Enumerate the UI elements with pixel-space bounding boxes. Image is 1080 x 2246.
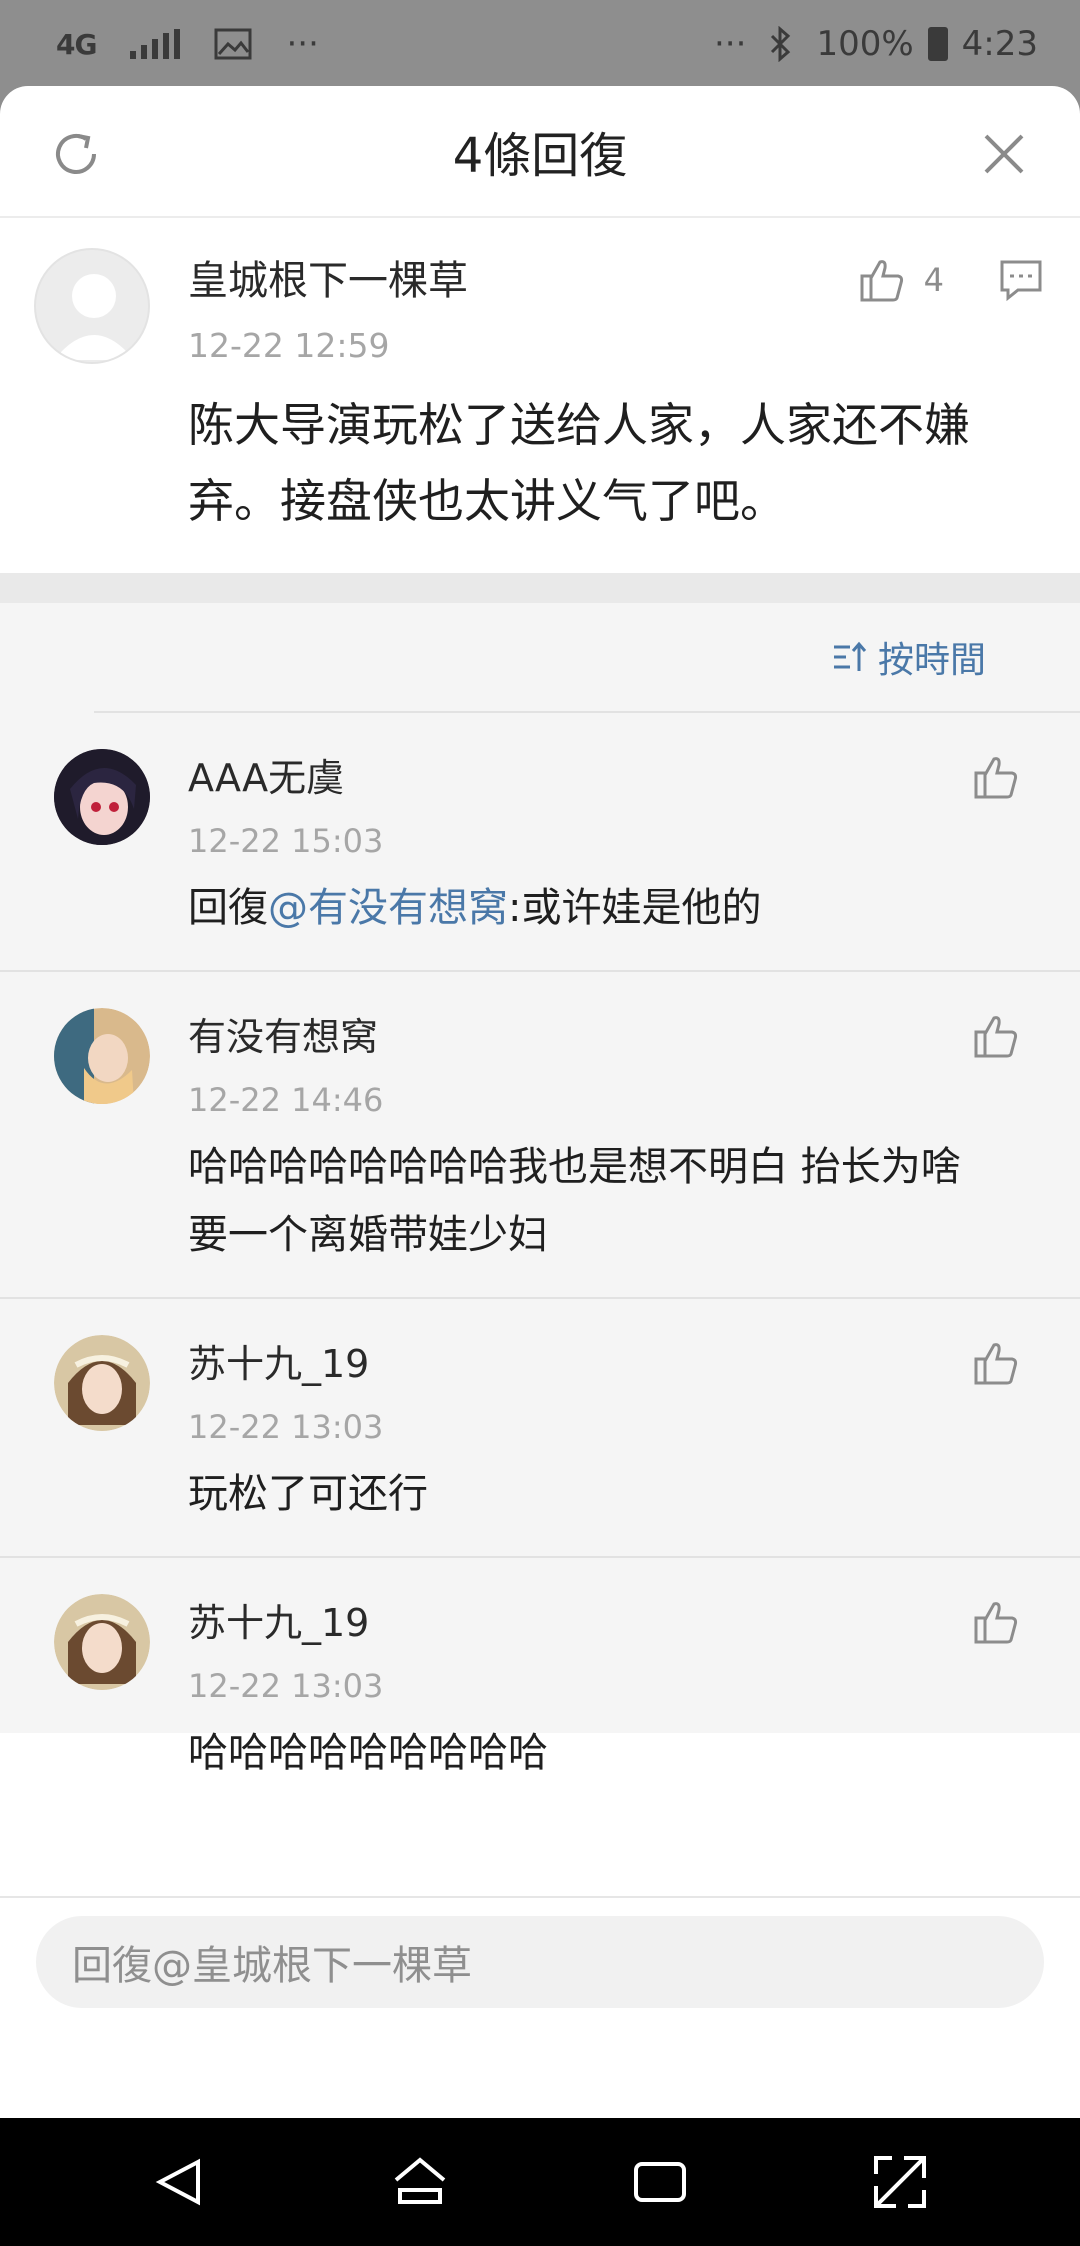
reply-author[interactable]: 苏十九_19 [188,1592,1040,1647]
reply-comment-icon[interactable] [998,258,1044,302]
sort-label: 按時間 [877,640,986,681]
status-bar: 4G ··· ··· 100% 4:23 [0,0,1080,88]
reply-text: 哈哈哈哈哈哈哈哈我也是想不明白 抬长为啥要一个离婚带娃少妇 [188,1144,961,1258]
battery-icon [927,27,948,61]
battery-percent: 100% [816,24,914,64]
navigation-bar [0,2118,1080,2246]
avatar[interactable] [54,749,150,845]
list-item: 苏十九_19 12-22 13:03 玩松了可还行 [0,1299,1080,1558]
list-item: 苏十九_19 12-22 13:03 哈哈哈哈哈哈哈哈哈 [0,1558,1080,1815]
replies-list: 按時間 AAA无虞 12-22 15:03 回復@有没有想窝:或许娃是他的 有没… [0,603,1080,1776]
reply-time: 12-22 14:46 [188,1081,384,1119]
reply-author[interactable]: 有没有想窝 [188,1006,1040,1061]
status-right: ··· 100% 4:23 [714,24,1038,64]
user-avatar-icon [54,749,150,845]
status-left: 4G ··· [56,24,319,64]
thumbs-up-icon[interactable] [858,256,906,304]
home-icon[interactable] [388,2150,452,2214]
reply-text: 哈哈哈哈哈哈哈哈哈 [188,1730,548,1776]
reply-time: 12-22 15:03 [188,822,384,860]
user-avatar-icon [54,1335,150,1431]
more-status-icon: ··· [714,24,747,64]
network-type: 4G [56,27,97,61]
bluetooth-icon [771,26,791,62]
refresh-icon[interactable] [48,126,104,182]
thumbs-up-icon[interactable] [972,1012,1020,1060]
thumbs-up-icon[interactable] [972,753,1020,801]
sort-row: 按時間 [94,603,1080,713]
thumbs-up-icon[interactable] [972,1339,1020,1387]
reply-prefix: 回復 [188,885,268,931]
page-title: 4條回復 [452,128,628,184]
expand-icon[interactable] [868,2150,932,2214]
avatar[interactable] [54,1008,150,1104]
list-item: AAA无虞 12-22 15:03 回復@有没有想窝:或许娃是他的 [0,713,1080,972]
reply-text: 玩松了可还行 [188,1471,428,1517]
avatar[interactable] [34,248,150,364]
sort-button[interactable]: 按時間 [832,631,986,683]
recent-apps-icon[interactable] [628,2150,692,2214]
reply-time: 12-22 13:03 [188,1408,384,1446]
sheet-header: 4條回復 [0,86,1080,218]
replies-sheet: 4條回復 皇城根下一棵草 12-22 12:59 陈大导演玩松了送给人家，人家还… [0,86,1080,2118]
more-notifications-icon: ··· [286,24,319,64]
mention-link[interactable]: @有没有想窝 [268,885,508,931]
default-avatar-icon [54,274,134,360]
reply-text: 回復@有没有想窝:或许娃是他的 [188,874,1040,942]
image-notification-icon [214,28,252,60]
reply-input-bar: 回復@皇城根下一棵草 [0,1896,1080,2116]
reply-input[interactable]: 回復@皇城根下一棵草 [36,1916,1044,2008]
user-avatar-icon [54,1008,150,1104]
section-divider [0,573,1080,603]
main-comment: 皇城根下一棵草 12-22 12:59 陈大导演玩松了送给人家，人家还不嫌弃。接… [0,218,1080,573]
close-icon[interactable] [976,126,1032,182]
comment-time: 12-22 12:59 [188,326,390,365]
avatar[interactable] [54,1335,150,1431]
reply-author[interactable]: 苏十九_19 [188,1333,1040,1388]
comment-actions: 4 [858,256,1044,304]
list-item: 有没有想窝 12-22 14:46 哈哈哈哈哈哈哈哈我也是想不明白 抬长为啥要一… [0,972,1080,1299]
reply-time: 12-22 13:03 [188,1667,384,1705]
thumbs-up-icon[interactable] [972,1598,1020,1646]
avatar[interactable] [54,1594,150,1690]
sort-icon [833,641,867,671]
reply-author[interactable]: AAA无虞 [188,747,1040,802]
reply-body: :或许娃是他的 [508,885,762,931]
signal-icon [130,29,181,59]
user-avatar-icon [54,1594,150,1690]
back-icon[interactable] [148,2150,212,2214]
like-count: 4 [923,261,944,299]
status-time: 4:23 [961,24,1038,64]
comment-text: 陈大导演玩松了送给人家，人家还不嫌弃。接盘侠也太讲义气了吧。 [188,398,970,528]
